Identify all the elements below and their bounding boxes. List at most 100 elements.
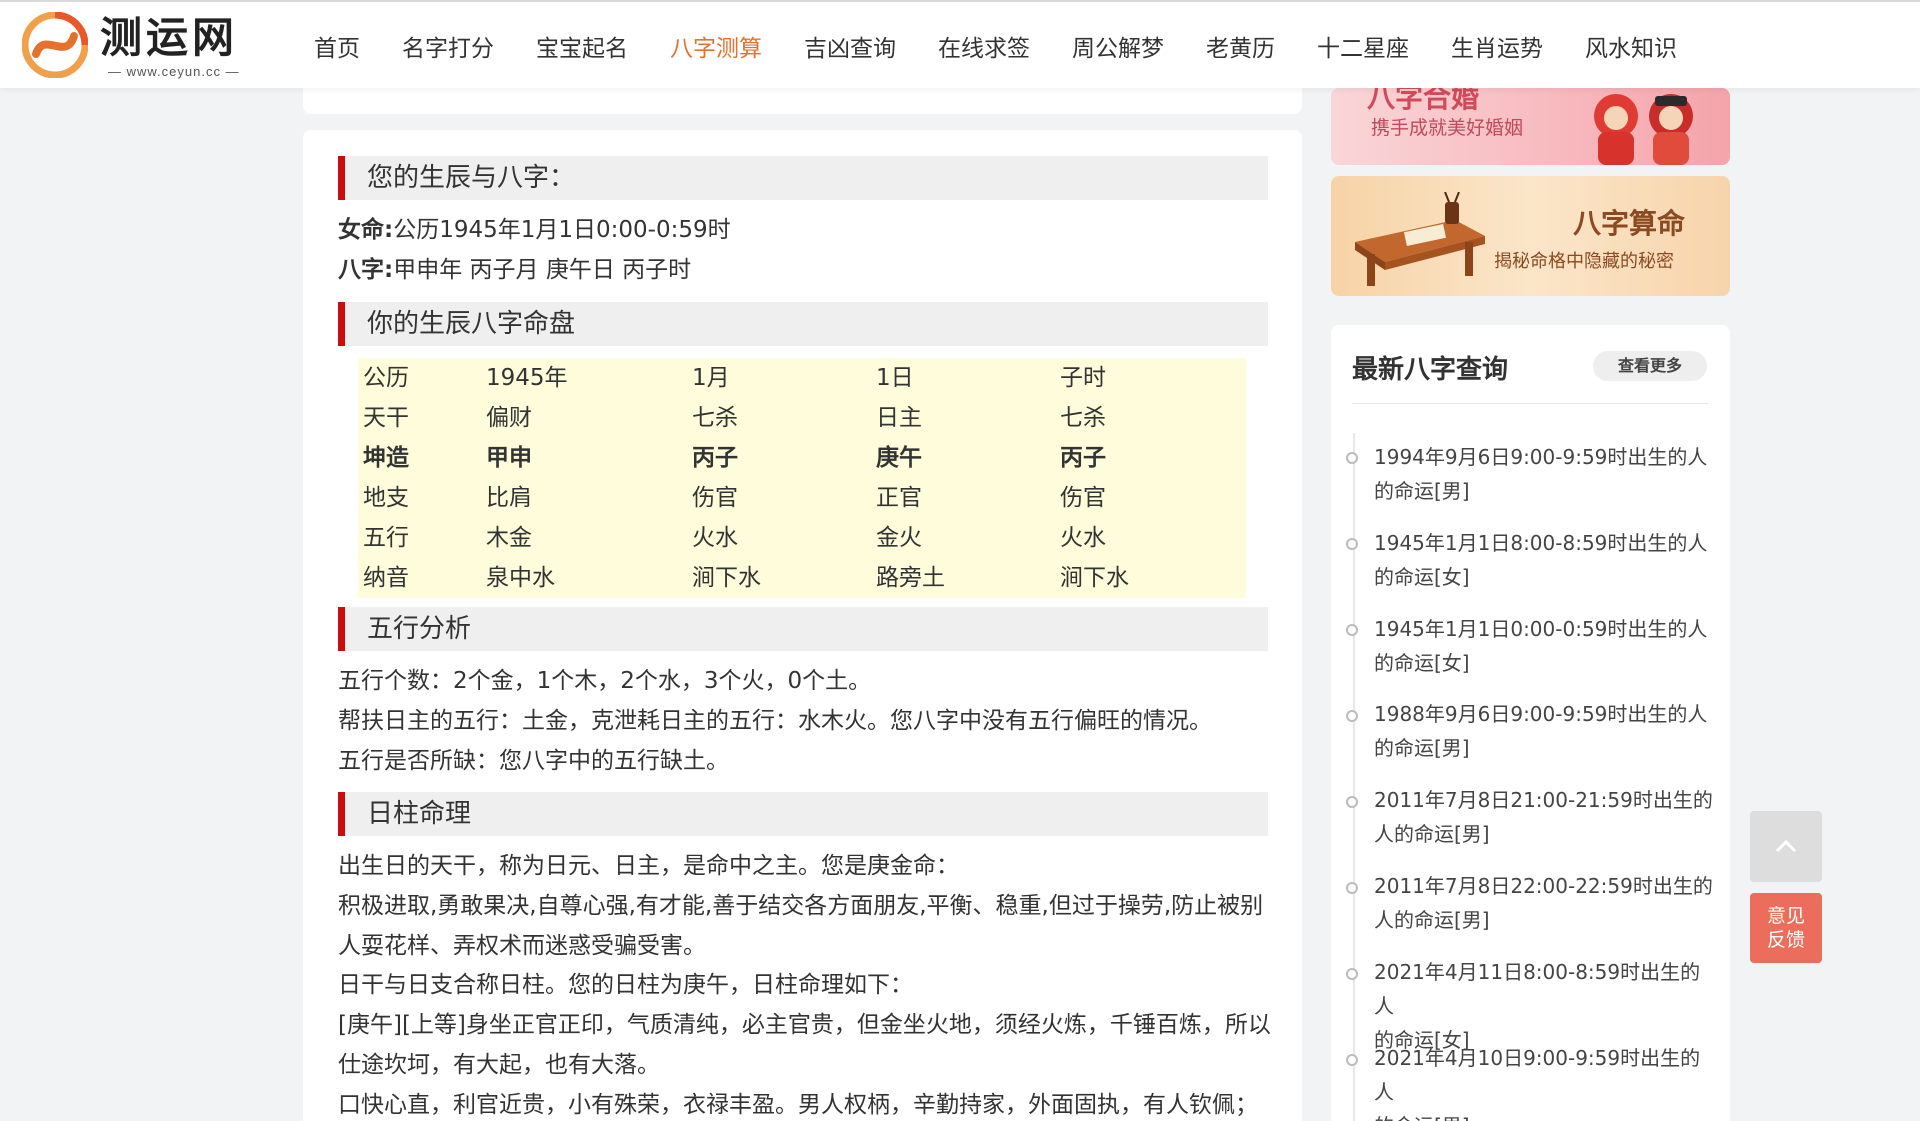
nav-item-online-lots[interactable]: 在线求签 — [938, 29, 1030, 63]
table-cell: 泉中水 — [486, 565, 555, 591]
mingpan-table: 公历 1945年 1月 1日 子时 天干 偏财 七杀 日主 七杀 坤造 甲申 丙子 庚午 丙子 地支 比肩… — [358, 358, 1246, 598]
rizhu-text: 出生日的天干，称为日元、日主，是命中之主。您是庚金命： — [338, 853, 959, 879]
nav-item-baby-name[interactable]: 宝宝起名 — [536, 29, 628, 63]
list-item[interactable]: 1945年1月1日8:00-8:59时出生的人 的命运[女] — [1374, 526, 1714, 594]
previous-card-bottom — [303, 88, 1302, 114]
bazi-value: 甲申年 丙子月 庚午日 丙子时 — [393, 257, 692, 283]
table-cell: 七杀 — [1060, 405, 1106, 431]
feedback-label: 意见 — [1766, 905, 1805, 927]
section-title-mingpan: 你的生辰八字命盘 — [338, 302, 1268, 346]
gender-line: 女命:公历1945年1月1日0:00-0:59时 — [338, 215, 731, 245]
list-item[interactable]: 1994年9月6日9:00-9:59时出生的人 的命运[男] — [1374, 440, 1714, 508]
table-cell: 天干 — [363, 405, 409, 431]
table-cell: 甲申 — [486, 445, 532, 471]
list-item[interactable]: 2021年4月10日9:00-9:59时出生的人的命运[男] — [1374, 1041, 1714, 1121]
list-item-line: 2021年4月10日9:00-9:59时出生的人 — [1374, 1046, 1701, 1104]
nav-item-bazi[interactable]: 八字测算 — [670, 29, 762, 63]
logo-mark-icon — [22, 12, 88, 78]
nav-item-dream[interactable]: 周公解梦 — [1072, 29, 1164, 63]
table-row: 地支 比肩 伤官 正官 伤官 — [358, 478, 1246, 518]
timeline-dot-icon — [1346, 624, 1358, 636]
table-cell: 火水 — [1060, 525, 1106, 551]
section-title-birth-bazi: 您的生辰与八字： — [338, 156, 1268, 200]
table-cell: 路旁土 — [876, 565, 945, 591]
nav-item-home[interactable]: 首页 — [314, 29, 360, 63]
table-row: 天干 偏财 七杀 日主 七杀 — [358, 398, 1246, 438]
section-title-rizhu: 日柱命理 — [338, 792, 1268, 836]
section-title-wuxing: 五行分析 — [338, 607, 1268, 651]
rizhu-text: 日干与日支合称日柱。您的日柱为庚午，日柱命理如下： — [338, 972, 913, 998]
table-row: 五行 木金 火水 金火 火水 — [358, 518, 1246, 558]
chevron-up-icon — [1775, 839, 1797, 853]
list-item-line: 的命运[女] — [1374, 651, 1470, 675]
latest-bazi-title: 最新八字查询 — [1352, 355, 1509, 385]
table-cell: 丙子 — [692, 445, 738, 471]
rizhu-text: 口快心直，利官近贵，小有殊荣，衣禄丰盈。男人权柄，辛勤持家，外面固执，有人钦佩； — [338, 1092, 1258, 1118]
wedding-couple-icon — [1594, 94, 1693, 165]
table-cell: 涧下水 — [1060, 565, 1129, 591]
list-item-line: 的命运[男] — [1374, 736, 1470, 760]
list-item-line: 人的命运[男] — [1374, 908, 1490, 932]
gender-value: 公历1945年1月1日0:00-0:59时 — [393, 217, 731, 243]
timeline-dot-icon — [1346, 710, 1358, 722]
table-cell: 1日 — [876, 365, 914, 391]
list-item[interactable]: 1988年9月6日9:00-9:59时出生的人 的命运[男] — [1374, 697, 1714, 765]
latest-bazi-card: 最新八字查询 查看更多 1994年9月6日9:00-9:59时出生的人 的命运[男… — [1331, 325, 1730, 1121]
list-item-line: 1945年1月1日8:00-8:59时出生的人 — [1374, 531, 1708, 555]
nav-item-name-score[interactable]: 名字打分 — [402, 29, 494, 63]
table-cell: 偏财 — [486, 405, 532, 431]
list-item-line: 2021年4月11日8:00-8:59时出生的人 — [1374, 960, 1701, 1018]
list-item-line: 的命运[男] — [1374, 1109, 1714, 1121]
list-item[interactable]: 2011年7月8日21:00-21:59时出生的 人的命运[男] — [1374, 783, 1714, 851]
banner-bazi-suanming[interactable]: 八字算命 揭秘命格中隐藏的秘密 — [1331, 176, 1730, 296]
view-more-button[interactable]: 查看更多 — [1593, 351, 1707, 381]
table-cell: 地支 — [363, 485, 409, 511]
desk-scroll-icon — [1355, 192, 1485, 286]
timeline-dot-icon — [1346, 882, 1358, 894]
table-cell: 子时 — [1060, 365, 1106, 391]
rizhu-text: 积极进取,勇敢果决,自尊心强,有才能,善于结交各方面朋友,平衡、稳重,但过于操劳… — [338, 893, 1264, 919]
banner-title: 八字算命 — [1573, 207, 1686, 240]
nav-item-fengshui[interactable]: 风水知识 — [1585, 29, 1677, 63]
banner-subtitle: 揭秘命格中隐藏的秘密 — [1494, 251, 1674, 272]
table-cell: 日主 — [876, 405, 922, 431]
divider — [1352, 403, 1708, 404]
table-cell: 涧下水 — [692, 565, 761, 591]
list-item[interactable]: 2011年7月8日22:00-22:59时出生的 人的命运[男] — [1374, 869, 1714, 937]
site-header: 测运网 — www.ceyun.cc — 首页 名字打分 宝宝起名 八字测算 吉… — [0, 0, 1920, 88]
table-cell: 坤造 — [363, 445, 409, 471]
table-cell: 丙子 — [1060, 445, 1106, 471]
logo-name: 测运网 — [100, 13, 239, 62]
feedback-label: 反馈 — [1766, 929, 1805, 951]
logo-url: — www.ceyun.cc — — [108, 64, 240, 79]
table-cell: 公历 — [363, 365, 409, 391]
list-item-line: 的命运[男] — [1374, 479, 1470, 503]
table-cell: 七杀 — [692, 405, 738, 431]
back-to-top-button[interactable] — [1750, 811, 1822, 882]
table-cell: 比肩 — [486, 485, 532, 511]
table-cell: 五行 — [363, 525, 409, 551]
timeline-dot-icon — [1346, 538, 1358, 550]
timeline-dot-icon — [1346, 1054, 1358, 1066]
timeline-line — [1353, 433, 1355, 1121]
wuxing-missing: 五行是否所缺：您八字中的五行缺土。 — [338, 748, 729, 774]
list-item-line: 1994年9月6日9:00-9:59时出生的人 — [1374, 445, 1708, 469]
rizhu-text: 人耍花样、弄权术而迷惑受骗受害。 — [338, 933, 706, 959]
nav-item-fortune-query[interactable]: 吉凶查询 — [804, 29, 896, 63]
site-logo[interactable]: 测运网 — www.ceyun.cc — — [22, 12, 247, 80]
nav-item-shengxiao[interactable]: 生肖运势 — [1451, 29, 1543, 63]
list-item[interactable]: 1945年1月1日0:00-0:59时出生的人 的命运[女] — [1374, 612, 1714, 680]
table-row: 坤造 甲申 丙子 庚午 丙子 — [358, 438, 1246, 478]
banner-bazi-hehun[interactable]: 八字合婚 携手成就美好婚姻 — [1331, 88, 1730, 165]
timeline-dot-icon — [1346, 968, 1358, 980]
nav-item-almanac[interactable]: 老黄历 — [1206, 29, 1275, 63]
bazi-label: 八字: — [338, 257, 394, 283]
table-cell: 伤官 — [692, 485, 738, 511]
bazi-line: 八字:甲申年 丙子月 庚午日 丙子时 — [338, 255, 691, 285]
nav-item-zodiac[interactable]: 十二星座 — [1317, 29, 1409, 63]
list-item-line: 2011年7月8日21:00-21:59时出生的 — [1374, 788, 1713, 812]
wuxing-support: 帮扶日主的五行：土金，克泄耗日主的五行：水木火。您八字中没有五行偏旺的情况。 — [338, 708, 1212, 734]
list-item-line: 1945年1月1日0:00-0:59时出生的人 — [1374, 617, 1708, 641]
feedback-button[interactable]: 意见 反馈 — [1750, 893, 1822, 963]
table-cell: 火水 — [692, 525, 738, 551]
